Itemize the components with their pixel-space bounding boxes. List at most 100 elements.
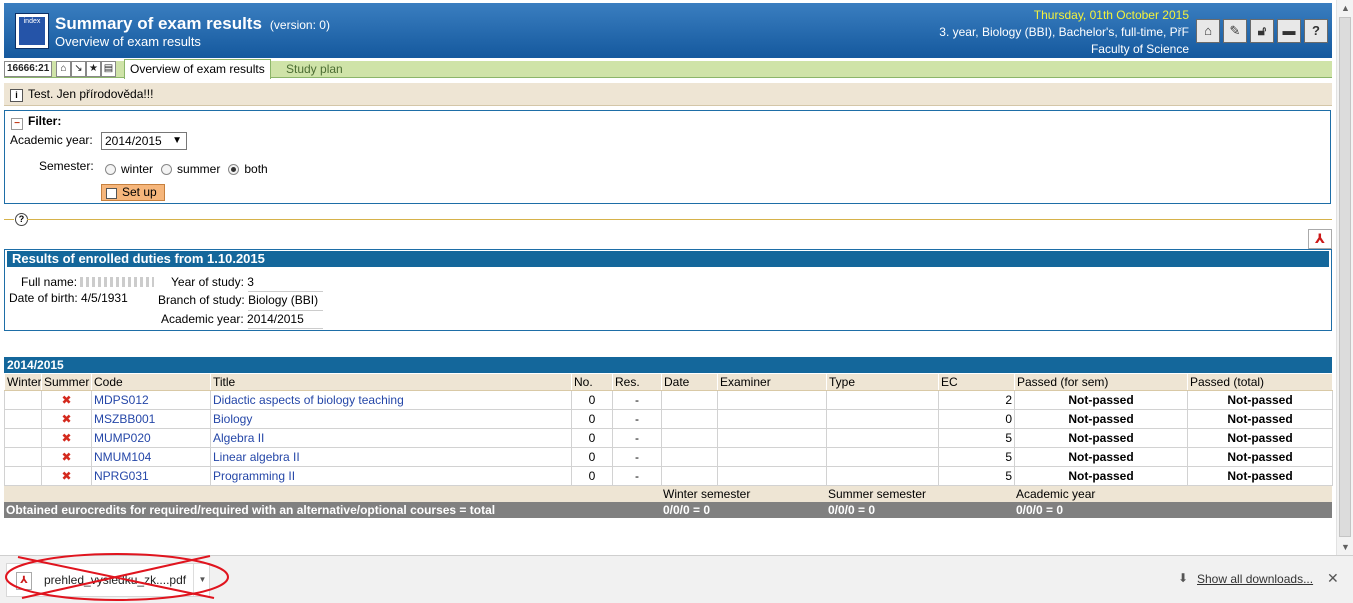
table-header-row: Winter Summer Code Title No. Res. Date E… — [4, 373, 1333, 391]
show-all-downloads-link[interactable]: Show all downloads... — [1197, 572, 1313, 586]
download-menu-chevron-icon[interactable]: ▼ — [193, 564, 211, 596]
cell-date — [661, 390, 718, 410]
course-title-link[interactable]: Linear algebra II — [210, 447, 572, 467]
scroll-down-arrow-icon[interactable]: ▼ — [1337, 539, 1353, 555]
cell-ec: 5 — [938, 428, 1015, 448]
arrow-down-right-icon[interactable]: ↘ — [71, 61, 86, 77]
course-code-link[interactable]: NPRG031 — [91, 466, 211, 486]
pdf-export-icon[interactable]: ⅄ — [1308, 229, 1332, 249]
cell-winter — [4, 409, 42, 429]
vertical-scrollbar[interactable]: ▲ ▼ — [1336, 0, 1353, 555]
results-table-wrap: 2014/2015 Winter Summer Code Title No. R… — [4, 357, 1333, 518]
cell-passed-total: Not-passed — [1187, 390, 1333, 410]
download-file-name[interactable]: prehled_vysledku_zk....pdf — [44, 573, 186, 587]
academic-year-value: 2014/2015 — [105, 134, 162, 148]
cell-res: - — [612, 409, 662, 429]
table-row: ✖ MDPS012 Didactic aspects of biology te… — [4, 390, 1333, 410]
cell-res: - — [612, 390, 662, 410]
cell-passed-sem: Not-passed — [1014, 409, 1188, 429]
cell-passed-sem: Not-passed — [1014, 428, 1188, 448]
cell-type — [826, 447, 939, 467]
index-logo[interactable]: index — [15, 13, 49, 49]
help-icon[interactable]: ? — [1304, 19, 1328, 43]
home-small-icon[interactable]: ⌂ — [56, 61, 71, 77]
filter-header[interactable]: − Filter: — [11, 114, 61, 130]
winter-total-value: 0/0/0 = 0 — [661, 502, 826, 518]
course-code-link[interactable]: MDPS012 — [91, 390, 211, 410]
cell-passed-total: Not-passed — [1187, 428, 1333, 448]
col-winter: Winter — [4, 373, 42, 391]
key-icon[interactable]: ✎ — [1223, 19, 1247, 43]
close-icon[interactable]: ✕ — [1327, 570, 1339, 587]
tab-study-plan[interactable]: Study plan — [286, 61, 343, 77]
course-code-link[interactable]: MSZBB001 — [91, 409, 211, 429]
year-of-study-label: Year of study: — [171, 275, 244, 289]
flag-icon[interactable]: ▬ — [1277, 19, 1301, 43]
tab-overview-of-exam-results[interactable]: Overview of exam results — [124, 59, 271, 79]
scroll-up-arrow-icon[interactable]: ▲ — [1337, 0, 1353, 16]
semester-radio-summer[interactable] — [161, 163, 173, 175]
radio-label-winter: winter — [121, 162, 154, 176]
col-title: Title — [210, 373, 572, 391]
underline — [248, 328, 323, 329]
session-counter: 16666:21 — [4, 61, 53, 77]
cell-type — [826, 390, 939, 410]
col-passed-total: Passed (total) — [1187, 373, 1333, 391]
winter-semester-label: Winter semester — [661, 486, 826, 502]
semester-radio-winter[interactable] — [105, 163, 116, 175]
cell-examiner — [717, 390, 827, 410]
col-passed-sem: Passed (for sem) — [1014, 373, 1188, 391]
cell-passed-sem: Not-passed — [1014, 447, 1188, 467]
scroll-thumb[interactable] — [1339, 17, 1351, 537]
course-code-link[interactable]: NMUM104 — [91, 447, 211, 467]
filter-title: Filter: — [28, 114, 62, 128]
lock-icon[interactable]: 🔓︎ — [1250, 19, 1274, 43]
cell-date — [661, 447, 718, 467]
table-row: ✖ NMUM104 Linear algebra II 0 - 5 Not-pa… — [4, 447, 1333, 467]
separator-left — [4, 219, 14, 220]
separator — [27, 219, 1332, 220]
collapse-icon[interactable]: − — [11, 118, 23, 130]
notice-bar: i Test. Jen přírodověda!!! — [4, 83, 1332, 106]
not-passed-x-icon: ✖ — [41, 409, 92, 429]
logo-text: index — [19, 17, 45, 45]
course-title-link[interactable]: Programming II — [210, 466, 572, 486]
cell-passed-sem: Not-passed — [1014, 466, 1188, 486]
course-title-link[interactable]: Algebra II — [210, 428, 572, 448]
year-of-study-row: Year of study: 3 — [171, 275, 254, 289]
radio-label-both: both — [244, 162, 268, 176]
download-arrow-icon: ⬇ — [1178, 571, 1189, 585]
tab-toolbar: ⌂ ↘ ★ ▤ — [56, 61, 116, 77]
full-name-value-redacted — [80, 277, 155, 287]
cell-passed-sem: Not-passed — [1014, 390, 1188, 410]
home-icon[interactable]: ⌂ — [1196, 19, 1220, 43]
cell-passed-total: Not-passed — [1187, 409, 1333, 429]
tab-bar: 16666:21 ⌂ ↘ ★ ▤ Overview of exam result… — [4, 59, 1332, 79]
download-item[interactable]: ⅄ prehled_vysledku_zk....pdf ▼ — [6, 563, 210, 597]
semester-radio-group: winter summer both — [105, 162, 276, 176]
dob-value: 4/5/1931 — [81, 291, 128, 305]
academic-year-total-label: Academic year — [1014, 486, 1332, 502]
cell-winter — [4, 390, 42, 410]
star-icon[interactable]: ★ — [86, 61, 101, 77]
semester-radio-both[interactable] — [228, 163, 240, 175]
col-type: Type — [826, 373, 939, 391]
current-date: Thursday, 01th October 2015 — [1033, 8, 1189, 22]
page-title-text: Summary of exam results — [55, 14, 262, 33]
cell-res: - — [612, 447, 662, 467]
col-ec: EC — [938, 373, 1015, 391]
page-content: index Summary of exam results (version: 0… — [0, 0, 1336, 555]
summary-empty — [4, 486, 661, 502]
course-title-link[interactable]: Didactic aspects of biology teaching — [210, 390, 572, 410]
col-summer: Summer — [41, 373, 92, 391]
col-date: Date — [661, 373, 718, 391]
academic-year-select[interactable]: 2014/2015 ▼ — [101, 132, 187, 150]
course-title-link[interactable]: Biology — [210, 409, 572, 429]
cell-winter — [4, 447, 42, 467]
print-icon[interactable]: ▤ — [101, 61, 116, 77]
cell-no: 0 — [571, 466, 613, 486]
cell-res: - — [612, 466, 662, 486]
search-icon — [106, 188, 117, 199]
course-code-link[interactable]: MUMP020 — [91, 428, 211, 448]
setup-button[interactable]: Set up — [101, 184, 165, 201]
